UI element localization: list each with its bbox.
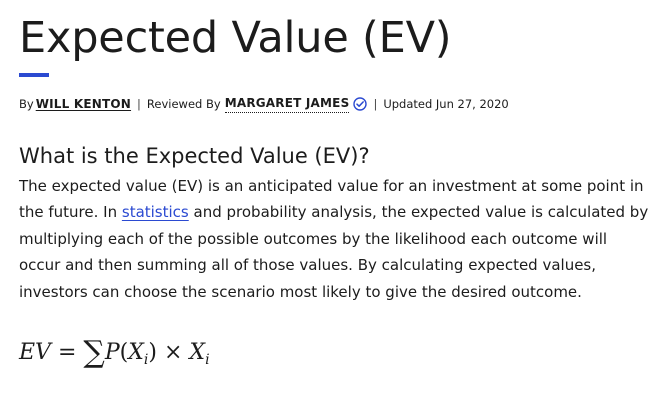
formula-x: X [128, 340, 144, 365]
paragraph-line: occur and then summing all of those valu… [19, 256, 597, 275]
byline-separator: | [373, 96, 378, 111]
author-link[interactable]: WILL KENTON [36, 95, 131, 113]
formula-lhs: EV [19, 340, 51, 365]
paragraph-text: the future. In [19, 203, 122, 222]
formula-close-paren: ) [148, 340, 157, 365]
reviewed-prefix: Reviewed By [146, 96, 221, 111]
byline: By WILL KENTON | Reviewed By MARGARET JA… [19, 94, 509, 113]
formula-subscript: i [205, 352, 210, 368]
statistics-link[interactable]: statistics [122, 203, 189, 221]
paragraph-line: multiplying each of the possible outcome… [19, 229, 608, 248]
formula-open-paren: ( [119, 340, 129, 365]
title-accent-rule [19, 73, 49, 77]
reviewer-link[interactable]: MARGARET JAMES [224, 94, 350, 113]
updated-date: Updated Jun 27, 2020 [383, 96, 509, 111]
formula-times: × [163, 340, 183, 365]
byline-separator: | [137, 96, 141, 111]
section-heading: What is the Expected Value (EV)? [19, 144, 370, 168]
formula-p: P [104, 340, 120, 365]
formula-sum-sign: ∑ [83, 335, 105, 370]
check-circle-icon [353, 96, 368, 111]
paragraph-line: investors can choose the scenario most l… [19, 282, 582, 301]
formula-x2: X [189, 340, 206, 365]
by-prefix: By [19, 96, 34, 111]
page-title: Expected Value (EV) [19, 13, 452, 63]
paragraph-line: the future. In statistics and probabilit… [19, 199, 648, 225]
paragraph-text: and probability analysis, the expected v… [188, 203, 649, 222]
definition-paragraph: The expected value (EV) is an anticipate… [19, 173, 648, 305]
paragraph-line: The expected value (EV) is an anticipate… [19, 177, 644, 195]
formula-equals: = [57, 340, 77, 365]
ev-formula: EV = ∑P(Xi) × Xi [19, 333, 210, 380]
